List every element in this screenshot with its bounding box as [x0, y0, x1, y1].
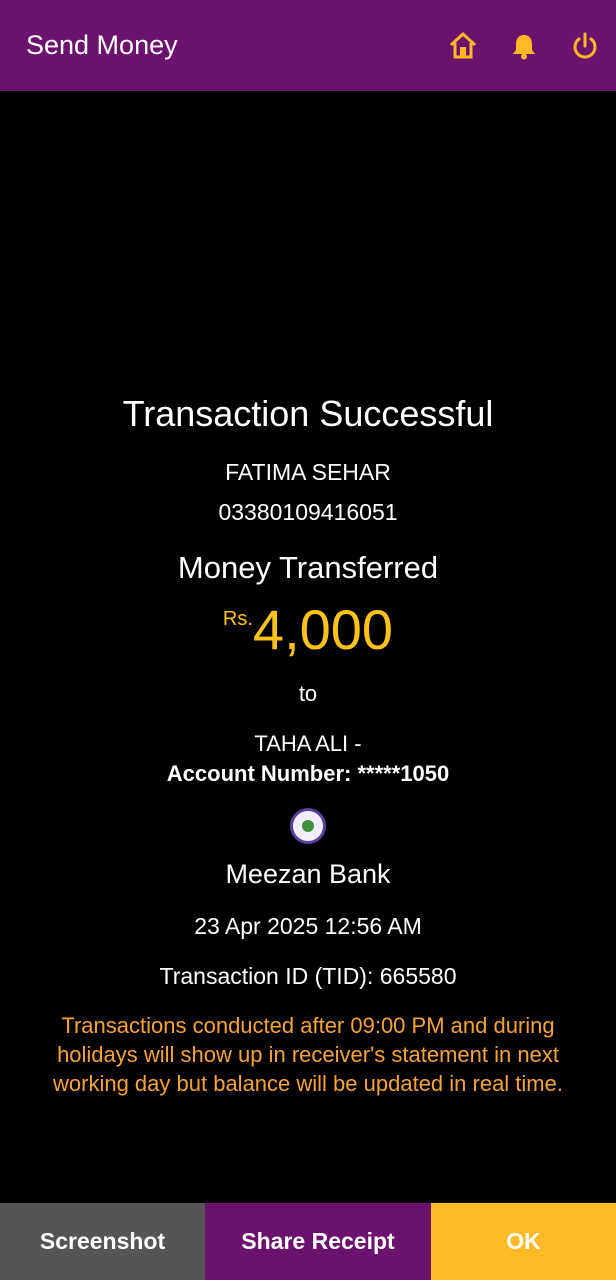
sender-name: FATIMA SEHAR [225, 459, 391, 485]
transaction-status: Transaction Successful [122, 393, 494, 434]
receiver-account: Account Number: *****1050 [166, 761, 450, 786]
sender-account: 03380109416051 [218, 499, 398, 525]
bell-icon[interactable] [508, 30, 540, 62]
currency-label: Rs. [222, 608, 253, 630]
bottom-actions: Screenshot Share Receipt OK [0, 1203, 616, 1280]
money-transferred-label: Money Transferred [177, 550, 439, 585]
processing-notice: Transactions conducted after 09:00 PM an… [53, 1013, 563, 1096]
ok-button[interactable]: OK [431, 1203, 616, 1280]
app-bar: Send Money [0, 0, 616, 91]
screenshot-button[interactable]: Screenshot [0, 1203, 205, 1280]
home-icon[interactable] [447, 30, 479, 62]
to-label: to [298, 681, 318, 706]
page-title: Send Money [26, 30, 178, 60]
transaction-id: Transaction ID (TID): 665580 [159, 963, 457, 989]
power-icon[interactable] [569, 30, 601, 62]
receiver-name: TAHA ALI - [254, 731, 362, 756]
bank-logo-icon [290, 808, 326, 844]
bank-logo-container [0, 808, 616, 844]
bank-name: Meezan Bank [225, 859, 391, 889]
receipt-content: Transaction Successful FATIMA SEHAR 0338… [0, 91, 616, 1203]
transaction-datetime: 23 Apr 2025 12:56 AM [194, 913, 422, 939]
share-receipt-button[interactable]: Share Receipt [205, 1203, 431, 1280]
amount-value: 4,000 [252, 598, 394, 661]
amount-row: Rs.4,000 [0, 597, 616, 662]
